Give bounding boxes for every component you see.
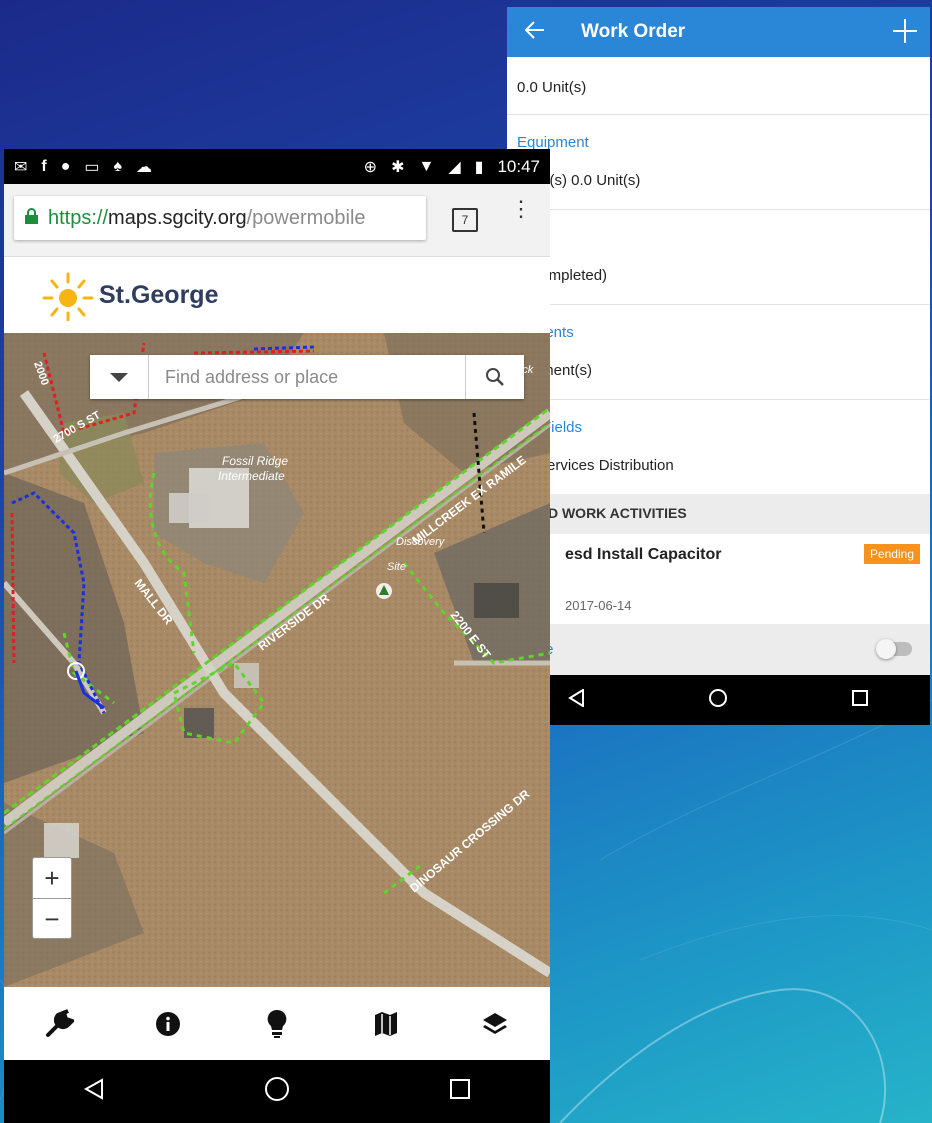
work-activity-item[interactable]: esd Install Capacitor Pending 2017-06-14 — [507, 534, 930, 624]
tasks-row[interactable]: s 0 Completed) — [507, 209, 930, 305]
bookmark-icon: ▭ — [84, 158, 100, 176]
recents-nav-icon[interactable] — [449, 1078, 471, 1105]
data-saver-icon: ⊕ — [363, 158, 378, 176]
status-bar: ✉ f ● ▭ ♠ ☁ ⊕ ✱ ▼ ◢ ▮ 10:47 — [4, 149, 550, 184]
facebook-icon: f — [41, 157, 47, 175]
sync-icon: ☁ — [136, 158, 153, 176]
site-logo-text: St.George — [99, 281, 219, 309]
map-phone-screen: ✉ f ● ▭ ♠ ☁ ⊕ ✱ ▼ ◢ ▮ 10:47 https://maps… — [4, 149, 550, 1123]
units-value: 0.0 Unit(s) — [517, 79, 587, 96]
wrench-icon[interactable] — [39, 1004, 79, 1044]
zoom-out-button[interactable]: − — [33, 899, 71, 939]
page-title: Work Order — [581, 21, 686, 42]
map-icon[interactable] — [366, 1004, 406, 1044]
complete-toggle[interactable] — [876, 639, 912, 659]
android-nav-bar — [4, 1060, 550, 1123]
custom-fields-row[interactable]: om Fields gy Services Distribution — [507, 399, 930, 494]
tab-switcher-button[interactable]: 7 — [452, 208, 478, 232]
url-path: /powermobile — [246, 206, 366, 229]
inbox-icon: ✉ — [14, 158, 28, 176]
toggle-knob — [876, 639, 896, 659]
back-nav-icon[interactable] — [83, 1078, 105, 1105]
units-row[interactable]: 0.0 Unit(s) — [507, 57, 930, 115]
address-bar[interactable]: https://maps.sgcity.org/powermobile — [14, 196, 426, 240]
activity-title: esd Install Capacitor — [565, 546, 722, 563]
site-header: St.George — [4, 257, 550, 334]
map-label-school-2: Intermediate — [218, 469, 285, 483]
map-toolbar — [4, 987, 550, 1060]
map-label-site-2: Site — [387, 561, 406, 573]
back-arrow-icon[interactable] — [507, 19, 563, 45]
overflow-menu-icon[interactable]: ⋮ — [510, 198, 532, 220]
battery-icon: ▮ — [474, 158, 484, 176]
activity-date: 2017-06-14 — [565, 598, 632, 613]
search-icon — [486, 368, 504, 386]
map-search-bar — [90, 355, 524, 399]
zoom-control: + − — [32, 857, 72, 939]
map-label-school: Fossil Ridge — [222, 454, 288, 468]
search-button[interactable] — [465, 355, 524, 399]
url-host: maps.sgcity.org — [108, 206, 247, 229]
zoom-in-button[interactable]: + — [33, 858, 71, 899]
add-icon[interactable] — [880, 14, 930, 51]
lock-icon — [14, 208, 48, 228]
status-badge: Pending — [863, 544, 920, 564]
home-nav-icon[interactable] — [708, 688, 728, 713]
url-scheme: https:// — [48, 206, 109, 229]
notification-icon: ♠ — [113, 157, 123, 175]
clock-time: 10:47 — [497, 156, 540, 176]
home-nav-icon[interactable] — [264, 1076, 290, 1107]
search-dropdown-button[interactable] — [90, 355, 149, 399]
recents-nav-icon[interactable] — [851, 689, 869, 712]
attachments-row[interactable]: chments achment(s) — [507, 304, 930, 400]
bluetooth-icon: ✱ — [391, 158, 405, 176]
lightbulb-icon[interactable] — [257, 1004, 297, 1044]
work-order-screen: Work Order 0.0 Unit(s) Equipment Hour(s)… — [507, 7, 930, 725]
complete-row: plete — [507, 624, 930, 675]
aerial-map[interactable]: Fossil Ridge Intermediate Discovery Site… — [4, 333, 550, 987]
map-view[interactable]: Fossil Ridge Intermediate Discovery Site… — [4, 333, 550, 987]
signal-icon: ◢ — [448, 158, 461, 176]
chat-icon: ● — [60, 157, 71, 175]
work-order-header: Work Order — [507, 7, 930, 57]
search-input[interactable] — [149, 355, 465, 399]
layers-icon[interactable] — [475, 1004, 515, 1044]
browser-toolbar: https://maps.sgcity.org/powermobile 7 ⋮ — [4, 184, 550, 257]
info-icon[interactable] — [148, 1004, 188, 1044]
section-header: ATED WORK ACTIVITIES — [507, 494, 930, 534]
sun-logo-icon — [42, 272, 94, 321]
wifi-icon: ▼ — [418, 157, 435, 175]
dropdown-arrow-icon — [110, 372, 128, 382]
android-nav-bar — [507, 675, 930, 725]
back-nav-icon[interactable] — [568, 687, 586, 712]
equipment-row[interactable]: Equipment Hour(s) 0.0 Unit(s) — [507, 114, 930, 210]
